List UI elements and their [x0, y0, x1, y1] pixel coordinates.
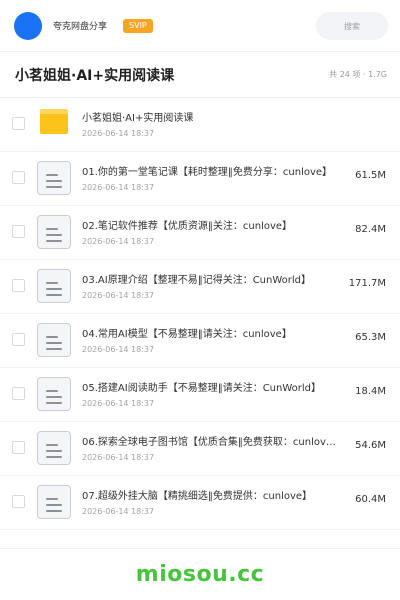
- item-checkbox[interactable]: [12, 171, 25, 184]
- file-list: 小茗姐姐·AI+实用阅读课 2026-06-14 18:37 01.你的第一堂笔…: [0, 98, 400, 530]
- item-date: 2026-06-14 18:37: [82, 129, 155, 138]
- item-date: 2026-06-14 18:37: [82, 507, 155, 516]
- document-icon: [37, 269, 71, 303]
- item-size: 65.3M: [355, 332, 386, 343]
- item-size: 18.4M: [355, 386, 386, 397]
- item-name: 06.探索全球电子图书馆【优质合集‖免费获取：cunlove】: [82, 437, 340, 448]
- item-date: 2026-06-14 18:37: [82, 399, 155, 408]
- item-size: 54.6M: [355, 440, 386, 451]
- item-checkbox[interactable]: [12, 495, 25, 508]
- item-name: 小茗姐姐·AI+实用阅读课: [82, 113, 194, 124]
- item-date: 2026-06-14 18:37: [82, 453, 155, 462]
- item-checkbox[interactable]: [12, 333, 25, 346]
- user-name: 夸克网盘分享: [53, 22, 108, 32]
- item-size: 61.5M: [355, 170, 386, 181]
- item-size: 171.7M: [348, 278, 386, 289]
- item-size: 60.4M: [355, 494, 386, 505]
- item-name: 04.常用AI模型【不易整理‖请关注：cunlove】: [82, 329, 292, 340]
- item-name: 03.AI原理介绍【整理不易‖记得关注：CunWorld】: [82, 275, 312, 286]
- list-item[interactable]: 04.常用AI模型【不易整理‖请关注：cunlove】 2026-06-14 1…: [0, 314, 400, 368]
- site-watermark: miosou.cc: [135, 562, 265, 587]
- list-item[interactable]: 01.你的第一堂笔记课【耗时整理‖免费分享：cunlove】 2026-06-1…: [0, 152, 400, 206]
- document-icon: [37, 323, 71, 357]
- document-icon: [37, 485, 71, 519]
- list-item[interactable]: 02.笔记软件推荐【优质资源‖关注：cunlove】 2026-06-14 18…: [0, 206, 400, 260]
- top-bar: 夸克网盘分享 SVIP 搜索: [0, 0, 400, 52]
- item-date: 2026-06-14 18:37: [82, 345, 155, 354]
- svip-badge: SVIP: [123, 18, 153, 33]
- footer: miosou.cc: [0, 548, 400, 600]
- item-checkbox[interactable]: [12, 225, 25, 238]
- document-icon: [37, 161, 71, 195]
- document-icon: [37, 377, 71, 411]
- list-item[interactable]: 07.超级外挂大脑【精挑细选‖免费提供：cunlove】 2026-06-14 …: [0, 476, 400, 530]
- item-name: 02.笔记软件推荐【优质资源‖关注：cunlove】: [82, 221, 293, 232]
- item-date: 2026-06-14 18:37: [82, 183, 155, 192]
- folder-summary: 共 24 项 · 1.7G: [329, 70, 387, 79]
- item-checkbox[interactable]: [12, 117, 25, 130]
- list-item[interactable]: 03.AI原理介绍【整理不易‖记得关注：CunWorld】 2026-06-14…: [0, 260, 400, 314]
- item-date: 2026-06-14 18:37: [82, 291, 155, 300]
- item-checkbox[interactable]: [12, 441, 25, 454]
- list-item[interactable]: 06.探索全球电子图书馆【优质合集‖免费获取：cunlove】 2026-06-…: [0, 422, 400, 476]
- page-title: 小茗姐姐·AI+实用阅读课: [15, 67, 175, 84]
- item-size: 82.4M: [355, 224, 386, 235]
- list-item[interactable]: 小茗姐姐·AI+实用阅读课 2026-06-14 18:37: [0, 98, 400, 152]
- item-name: 07.超级外挂大脑【精挑细选‖免费提供：cunlove】: [82, 491, 313, 502]
- document-icon: [37, 215, 71, 249]
- folder-header: 小茗姐姐·AI+实用阅读课 共 24 项 · 1.7G: [0, 52, 400, 98]
- item-date: 2026-06-14 18:37: [82, 237, 155, 246]
- document-icon: [37, 431, 71, 465]
- folder-icon: [40, 109, 68, 134]
- item-checkbox[interactable]: [12, 279, 25, 292]
- avatar[interactable]: [14, 11, 42, 40]
- item-checkbox[interactable]: [12, 387, 25, 400]
- item-name: 05.搭建AI阅读助手【不易整理‖请关注：CunWorld】: [82, 383, 322, 394]
- list-item[interactable]: 05.搭建AI阅读助手【不易整理‖请关注：CunWorld】 2026-06-1…: [0, 368, 400, 422]
- search-input[interactable]: 搜索: [316, 12, 388, 40]
- item-name: 01.你的第一堂笔记课【耗时整理‖免费分享：cunlove】: [82, 167, 333, 178]
